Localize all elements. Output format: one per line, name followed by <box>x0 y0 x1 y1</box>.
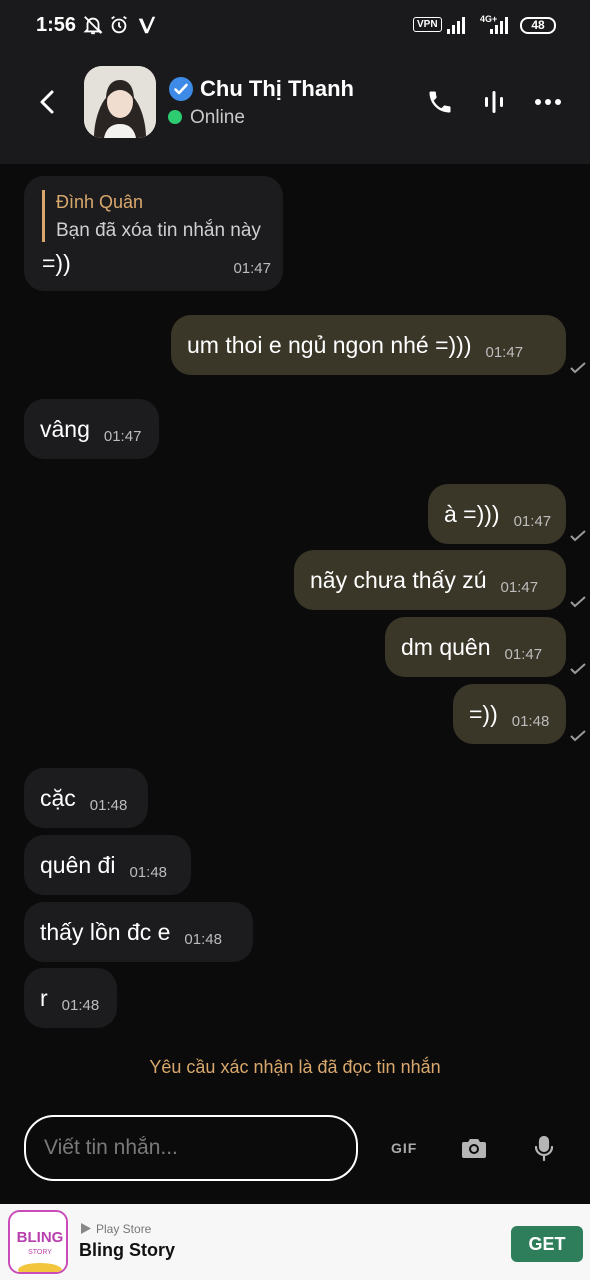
message-time: 01:47 <box>233 260 271 277</box>
contact-avatar[interactable] <box>84 66 156 138</box>
back-arrow-icon[interactable] <box>36 86 60 118</box>
gif-button[interactable]: GIF <box>391 1140 417 1156</box>
online-status-dot <box>168 110 182 124</box>
sent-check-icon <box>570 362 586 374</box>
sent-check-icon <box>570 530 586 542</box>
notifications-muted-icon <box>83 16 103 35</box>
battery-indicator: 48 <box>520 17 556 34</box>
message-time: 01:47 <box>513 512 552 530</box>
alarm-icon <box>111 15 127 34</box>
ad-get-button[interactable]: GET <box>511 1226 583 1262</box>
message-time: 01:47 <box>504 645 543 663</box>
message-text: thấy lồn đc e <box>40 918 171 945</box>
app-notification-icon <box>138 16 156 34</box>
outgoing-message[interactable]: dm quên 01:47 <box>385 617 566 677</box>
chat-header: Chu Thị Thanh Online <box>0 52 590 164</box>
message-text: =)) <box>42 250 71 276</box>
sent-check-icon <box>570 596 586 608</box>
contact-name[interactable]: Chu Thị Thanh <box>200 76 354 102</box>
quoted-message-text: Bạn đã xóa tin nhắn này <box>56 220 261 241</box>
read-receipt-request-link[interactable]: Yêu cầu xác nhận là đã đọc tin nhắn <box>0 1057 590 1078</box>
bling-story-logo[interactable]: BLING STORY <box>8 1210 68 1274</box>
message-time: 01:48 <box>184 930 222 948</box>
signal-icon-2 <box>490 17 508 34</box>
message-text: r <box>40 984 48 1011</box>
message-text: à =))) <box>444 500 500 527</box>
phone-call-icon[interactable] <box>426 88 454 116</box>
status-time: 1:56 <box>36 14 77 36</box>
sent-check-icon <box>570 730 586 742</box>
message-time: 01:48 <box>61 996 100 1014</box>
message-text: quên đi <box>40 851 116 878</box>
sent-check-icon <box>570 663 586 675</box>
camera-icon[interactable] <box>460 1134 488 1162</box>
more-options-icon[interactable] <box>534 88 562 116</box>
incoming-message[interactable]: r 01:48 <box>24 968 117 1028</box>
message-text: =)) <box>469 700 498 727</box>
logo-subtext: STORY <box>28 1249 52 1256</box>
ad-banner[interactable]: BLING STORY Play Store Bling Story GET <box>0 1204 590 1280</box>
outgoing-message[interactable]: =)) 01:48 <box>453 684 566 744</box>
voice-wave-icon[interactable] <box>480 88 508 116</box>
signal-icon <box>447 17 465 34</box>
message-time: 01:47 <box>500 578 539 596</box>
microphone-icon[interactable] <box>530 1134 558 1162</box>
incoming-message[interactable]: quên đi 01:48 <box>24 835 191 895</box>
message-text: vâng <box>40 415 90 442</box>
outgoing-message[interactable]: um thoi e ngủ ngon nhé =))) 01:47 <box>171 315 566 375</box>
quoted-sender-name: Đình Quân <box>56 192 144 212</box>
ad-app-name[interactable]: Bling Story <box>79 1240 175 1261</box>
incoming-message[interactable]: cặc 01:48 <box>24 768 148 828</box>
reply-quote-bar <box>42 190 45 242</box>
message-list[interactable]: Đình Quân Bạn đã xóa tin nhắn này =)) 01… <box>0 164 590 1104</box>
incoming-message[interactable]: vâng 01:47 <box>24 399 159 459</box>
incoming-reply-message[interactable]: Đình Quân Bạn đã xóa tin nhắn này =)) 01… <box>24 176 283 291</box>
verified-badge-icon <box>169 77 193 101</box>
outgoing-message[interactable]: nãy chưa thấy zú 01:47 <box>294 550 566 610</box>
message-composer: GIF <box>0 1104 590 1204</box>
presence-status: Online <box>190 107 245 128</box>
status-bar: 1:56 VPN 4G+ 48 <box>0 0 590 52</box>
message-text: dm quên <box>401 633 491 660</box>
message-input[interactable] <box>24 1115 358 1181</box>
message-text: nãy chưa thấy zú <box>310 566 487 593</box>
message-text: cặc <box>40 784 76 811</box>
incoming-message[interactable]: thấy lồn đc e 01:48 <box>24 902 253 962</box>
logo-text: BLING <box>17 1229 64 1246</box>
message-time: 01:47 <box>485 343 524 361</box>
message-time: 01:48 <box>511 712 550 730</box>
play-store-icon <box>81 1223 91 1234</box>
ad-store-label: Play Store <box>96 1222 152 1236</box>
message-text: um thoi e ngủ ngon nhé =))) <box>187 331 472 358</box>
vpn-indicator: VPN <box>413 17 442 32</box>
message-time: 01:47 <box>103 427 142 445</box>
outgoing-message[interactable]: à =))) 01:47 <box>428 484 566 544</box>
message-time: 01:48 <box>89 796 128 814</box>
message-time: 01:48 <box>129 863 168 881</box>
